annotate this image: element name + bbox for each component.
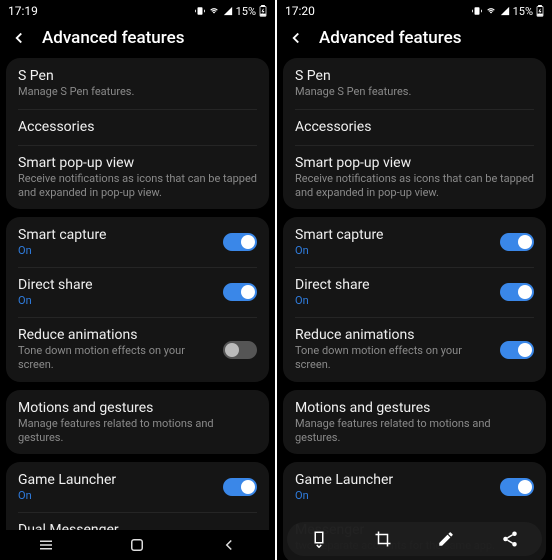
row-title: Direct share [295,277,500,293]
row-on-label: On [295,294,500,307]
toggle-smart-capture[interactable] [223,233,257,251]
row-title: S Pen [295,68,534,84]
row-on-label: On [18,294,223,307]
wifi-icon [208,6,220,16]
row-subtitle: Manage S Pen features. [295,85,534,99]
battery-text: 15% [513,5,533,18]
status-time: 17:19 [8,4,38,18]
row-direct-share[interactable]: Direct share On [283,267,546,317]
scroll-capture-icon[interactable] [310,530,328,548]
wifi-icon [485,6,497,16]
row-on-label: On [295,489,500,502]
row-reduce-animations[interactable]: Reduce animations Tone down motion effec… [6,317,269,382]
status-bar: 17:20 15% [277,0,552,22]
toggle-smart-capture[interactable] [500,233,534,251]
row-title: Motions and gestures [295,400,534,416]
row-on-label: On [18,489,223,502]
row-title: Smart capture [295,227,500,243]
battery-text: 15% [236,5,256,18]
row-title: Reduce animations [18,327,223,343]
row-smart-capture[interactable]: Smart capture On [6,217,269,267]
row-game-launcher[interactable]: Game Launcher On [6,462,269,512]
row-accessories[interactable]: Accessories [283,109,546,145]
battery-icon [259,5,267,17]
crop-icon[interactable] [374,530,392,548]
row-motions-gestures[interactable]: Motions and gestures Manage features rel… [283,390,546,455]
row-spen[interactable]: S Pen Manage S Pen features. [283,58,546,109]
row-title: Reduce animations [295,327,500,343]
row-smart-capture[interactable]: Smart capture On [283,217,546,267]
edit-icon[interactable] [437,530,455,548]
page-title: Advanced features [319,28,461,48]
row-reduce-animations[interactable]: Reduce animations Tone down motion effec… [283,317,546,382]
row-subtitle: Manage features related to motions and g… [295,417,534,445]
row-title: S Pen [18,68,257,84]
phone-screen-left: 17:19 15% Advanced features S Pen Manage… [0,0,275,560]
row-title: Game Launcher [295,472,500,488]
row-direct-share[interactable]: Direct share On [6,267,269,317]
row-title: Smart pop-up view [18,155,257,171]
toggle-reduce-animations[interactable] [500,341,534,359]
row-subtitle: Receive notifications as icons that can … [18,172,257,200]
row-spen[interactable]: S Pen Manage S Pen features. [6,58,269,109]
row-accessories[interactable]: Accessories [6,109,269,145]
row-title: Accessories [18,119,257,135]
screenshot-toolbar [287,522,542,556]
row-title: Accessories [295,119,534,135]
share-icon[interactable] [501,530,519,548]
row-title: Smart capture [18,227,223,243]
nav-home-icon[interactable] [128,536,146,554]
row-subtitle: Tone down motion effects on your screen. [18,344,223,372]
row-title: Smart pop-up view [295,155,534,171]
row-title: Direct share [18,277,223,293]
row-smart-popup[interactable]: Smart pop-up view Receive notifications … [6,145,269,210]
toggle-game-launcher[interactable] [500,478,534,496]
header: Advanced features [277,22,552,58]
signal-icon [223,6,233,16]
row-subtitle: Manage S Pen features. [18,85,257,99]
row-on-label: On [295,244,500,257]
battery-icon [536,5,544,17]
row-on-label: On [18,244,223,257]
row-title: Motions and gestures [18,400,257,416]
status-bar: 17:19 15% [0,0,275,22]
row-title: Game Launcher [18,472,223,488]
toggle-direct-share[interactable] [500,283,534,301]
nav-recents-icon[interactable] [37,536,55,554]
header: Advanced features [0,22,275,58]
phone-screen-right: 17:20 15% Advanced features S Pen Manage… [277,0,552,560]
row-game-launcher[interactable]: Game Launcher On [283,462,546,512]
back-icon[interactable] [287,29,305,47]
row-smart-popup[interactable]: Smart pop-up view Receive notifications … [283,145,546,210]
vibrate-icon [195,6,205,16]
vibrate-icon [472,6,482,16]
status-time: 17:20 [285,4,315,18]
toggle-reduce-animations[interactable] [223,341,257,359]
row-motions-gestures[interactable]: Motions and gestures Manage features rel… [6,390,269,455]
signal-icon [500,6,510,16]
toggle-game-launcher[interactable] [223,478,257,496]
toggle-direct-share[interactable] [223,283,257,301]
page-title: Advanced features [42,28,184,48]
nav-bar [0,530,275,560]
nav-back-icon[interactable] [220,536,238,554]
row-subtitle: Receive notifications as icons that can … [295,172,534,200]
row-subtitle: Tone down motion effects on your screen. [295,344,500,372]
row-subtitle: Manage features related to motions and g… [18,417,257,445]
back-icon[interactable] [10,29,28,47]
